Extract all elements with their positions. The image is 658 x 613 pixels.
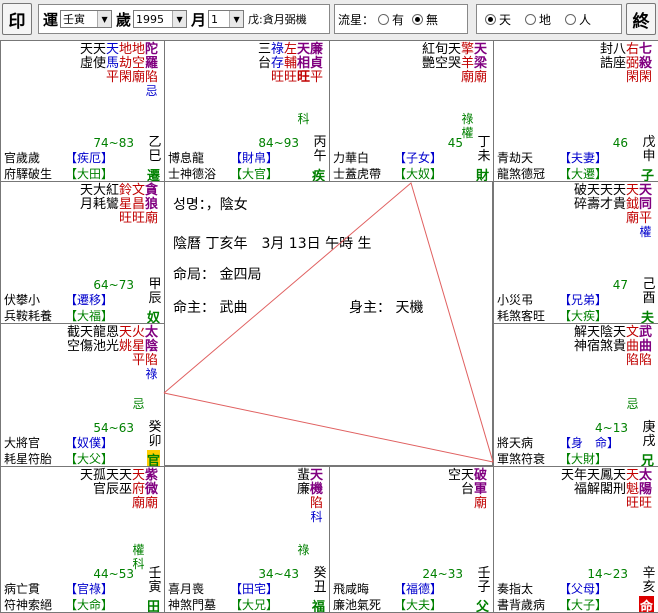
flow-yes-radio[interactable] — [378, 13, 390, 25]
ren-label: 人 — [579, 12, 592, 27]
view-mode-group: 天 地 人 — [476, 4, 622, 34]
date-controls: 運 壬寅 ▼ 歲 1995 ▼ 月 1 ▼ 戊:貪月弼機 — [38, 4, 330, 34]
di-label: 地 — [539, 12, 552, 27]
run-label: 運 — [43, 10, 59, 29]
triangle-lines — [163, 182, 494, 463]
month-select[interactable]: 1 ▼ — [208, 10, 245, 28]
print-button[interactable]: 印 — [2, 3, 32, 35]
run-select[interactable]: 壬寅 ▼ — [60, 10, 113, 28]
year-label: 歲 — [116, 10, 132, 29]
flow-yes-label: 有 — [392, 12, 405, 27]
toolbar: 印 運 壬寅 ▼ 歲 1995 ▼ 月 1 ▼ 戊:貪月弼機 流星： 有 無 天 地 … — [0, 0, 658, 41]
month-label: 月 — [191, 10, 207, 29]
ziwei-chart: 太陽旺天魁旺天刑鳳閣天解年福天 14~23 辛亥【父母】 【大子】命奏指太 書背歲病破軍… — [0, 40, 658, 613]
chevron-down-icon[interactable]: ▼ — [229, 11, 244, 27]
di-radio[interactable] — [525, 13, 537, 25]
chevron-down-icon[interactable]: ▼ — [97, 11, 112, 27]
end-button[interactable]: 終 — [626, 3, 656, 35]
tian-radio[interactable] — [485, 13, 496, 25]
flow-label: 流星： — [338, 12, 375, 27]
chevron-down-icon[interactable]: ▼ — [172, 11, 187, 27]
info-text: 戊:貪月弼機 — [248, 13, 307, 26]
flow-star-group: 流星： 有 無 — [334, 4, 468, 34]
flow-no-radio[interactable] — [412, 13, 424, 25]
year-select[interactable]: 1995 ▼ — [133, 10, 188, 28]
ren-radio[interactable] — [565, 13, 577, 25]
flow-no-label: 無 — [426, 12, 439, 27]
triangle-line — [163, 182, 494, 463]
tian-label: 天 — [499, 12, 512, 27]
